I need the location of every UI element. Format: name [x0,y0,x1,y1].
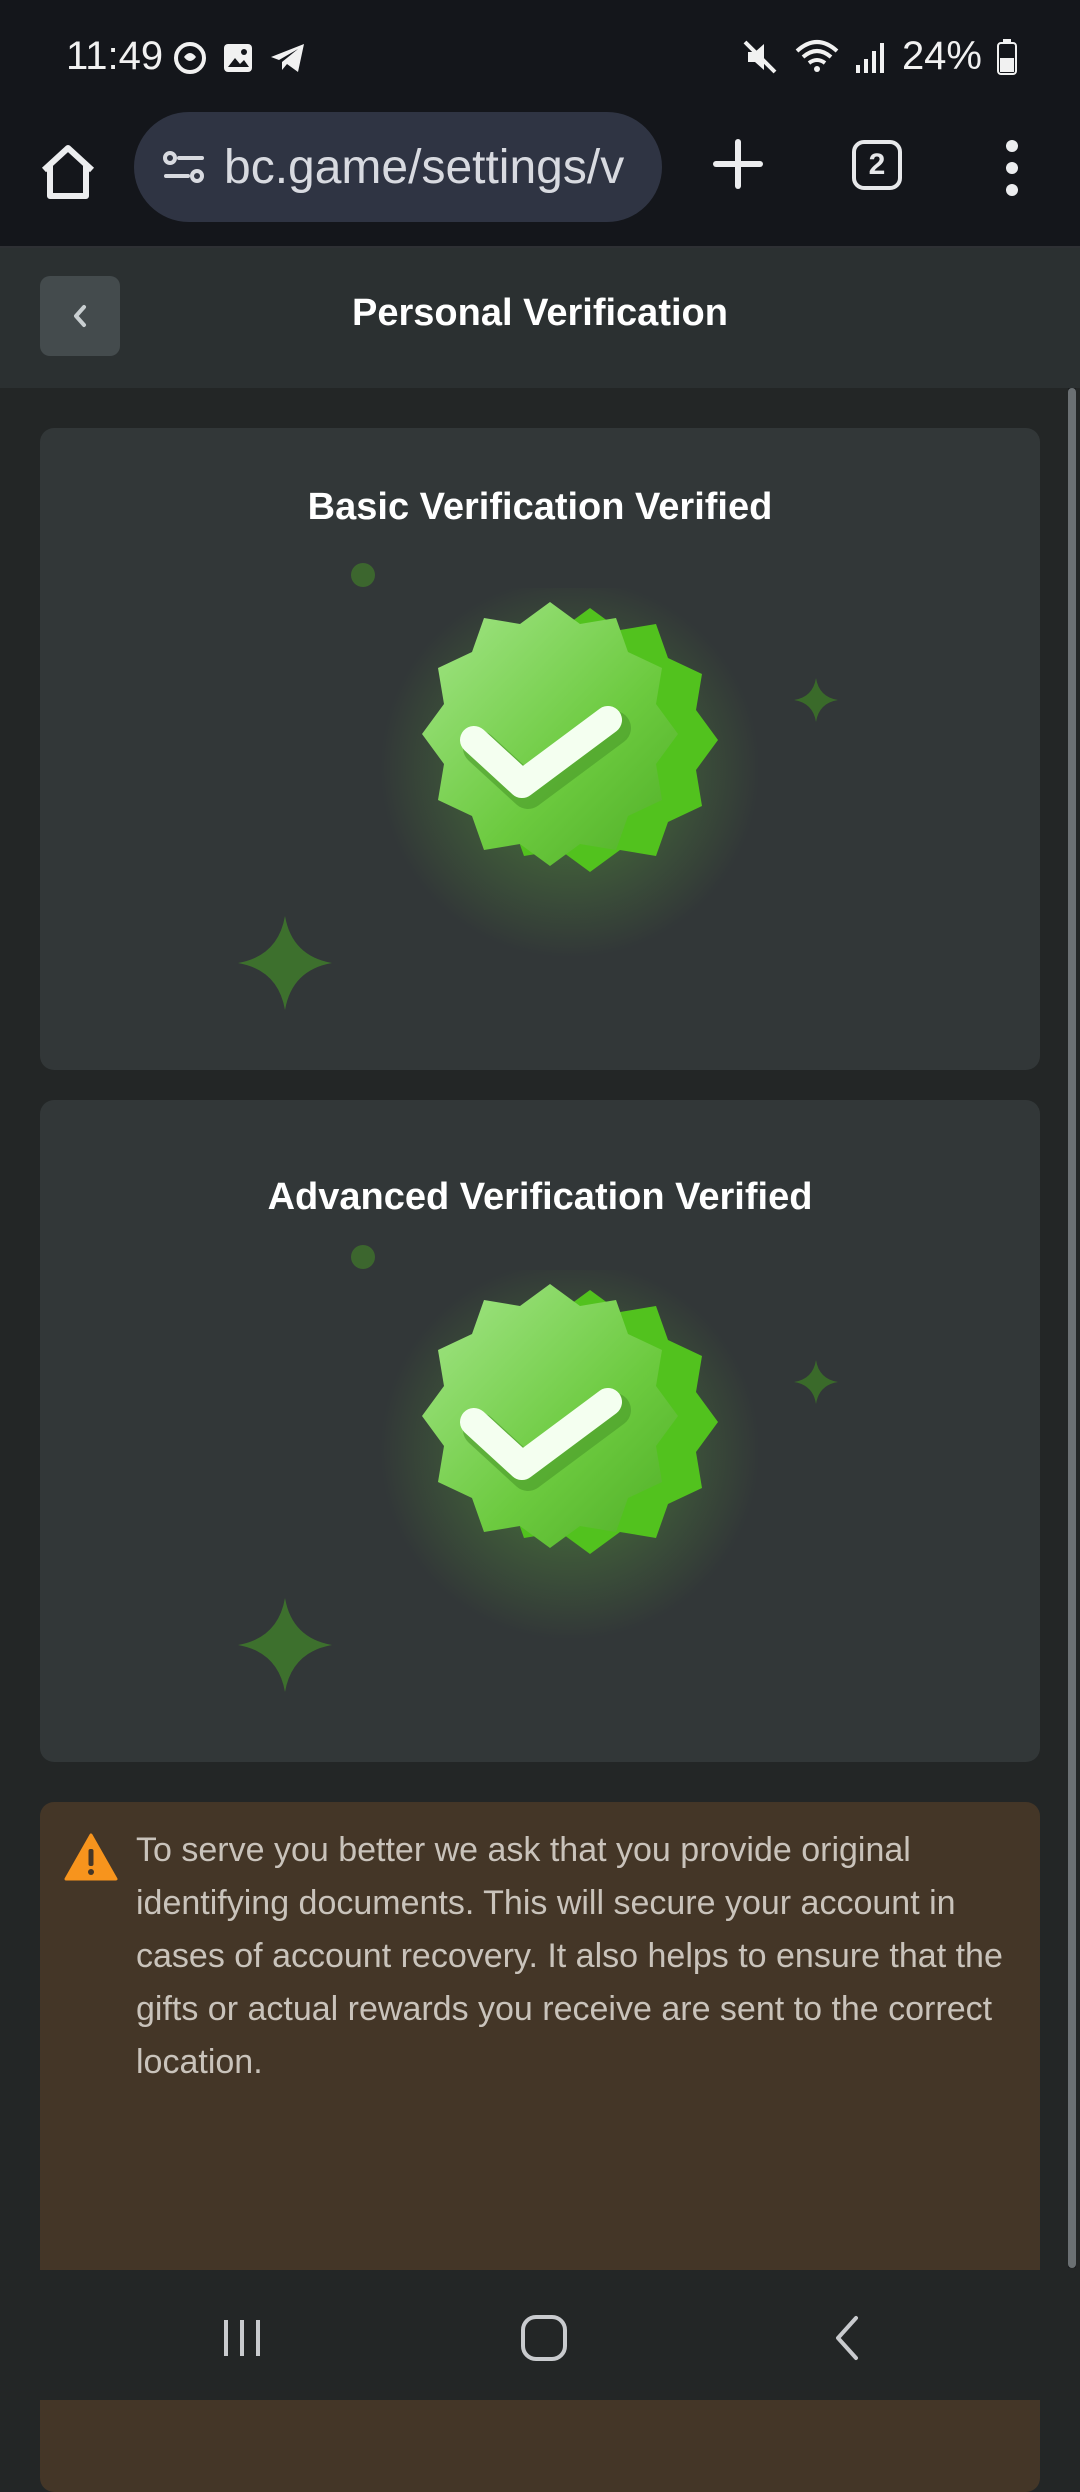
sparkle-icon [238,916,332,1010]
verified-badge-icon [380,588,760,958]
notification-app-icon [174,42,206,74]
warning-icon [64,1833,118,1881]
address-bar[interactable]: bc.game/settings/v [134,112,662,222]
url-text[interactable]: bc.game/settings/v [224,140,624,195]
scrollbar-thumb[interactable] [1068,388,1076,2268]
advanced-verification-card: Advanced Verification Verified [40,1100,1040,1762]
status-time: 11:49 [66,34,164,78]
mute-icon [743,40,777,73]
home-icon[interactable] [36,140,100,204]
tab-count: 2 [868,148,886,181]
back-nav-icon[interactable] [818,2310,878,2366]
gallery-icon [224,44,252,72]
signal-icon [855,42,884,73]
battery-percent: 24% [901,34,982,78]
sparkle-icon [351,563,375,587]
verified-badge-icon [380,1270,760,1640]
site-settings-icon[interactable] [158,141,210,193]
sparkle-icon [794,1360,838,1404]
sparkle-icon [351,1245,375,1269]
system-navigation-bar [0,2270,1080,2400]
status-bar: 11:49 24% [0,0,1080,110]
advanced-verification-title: Advanced Verification Verified [267,1176,813,1218]
page-header: Personal Verification [0,248,1080,388]
verification-content: Basic Verification Verified Advanced Ver… [0,388,1080,2492]
sparkle-icon [238,1598,332,1692]
basic-verification-card: Basic Verification Verified [40,428,1040,1070]
tab-switcher-button[interactable]: 2 [852,140,902,190]
telegram-icon [271,44,304,72]
sparkle-icon [794,678,838,722]
browser-toolbar: bc.game/settings/v 2 [0,110,1080,248]
battery-icon [997,38,1017,75]
new-tab-icon[interactable] [710,136,766,192]
recent-apps-icon[interactable] [212,2310,272,2366]
more-menu-icon[interactable] [1000,138,1024,198]
system-icons: 24% [740,34,1018,79]
wifi-icon [795,39,839,72]
page-title: Personal Verification [352,292,728,334]
notice-text: To serve you better we ask that you prov… [136,1831,1003,2081]
basic-verification-title: Basic Verification Verified [307,486,773,528]
home-nav-icon[interactable] [514,2310,574,2366]
notification-icons [172,40,308,76]
